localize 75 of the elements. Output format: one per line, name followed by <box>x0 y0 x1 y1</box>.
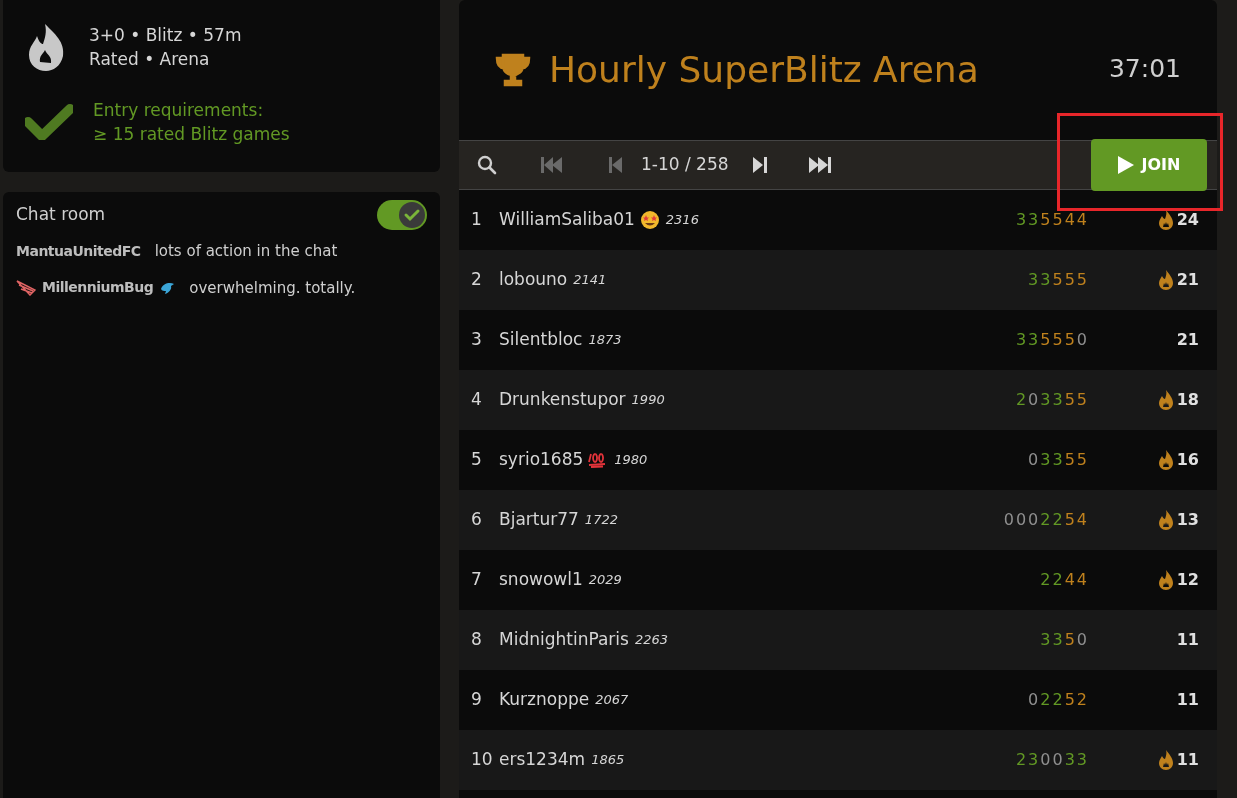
requirements-detail: ≥ 15 rated Blitz games <box>93 123 290 146</box>
player-rating: 1980 <box>614 451 648 470</box>
search-icon[interactable] <box>477 155 497 175</box>
star-eyes-face-icon <box>639 210 660 230</box>
player-name[interactable]: syrio1685 <box>499 447 584 473</box>
countdown-clock: 37:01 <box>1108 53 1181 86</box>
chat-title: Chat room <box>16 203 106 227</box>
standings-row[interactable]: 8 MidnightinParis 2263 33 5 0 11 <box>459 610 1217 670</box>
page-range: 1-10 / 258 <box>641 153 729 177</box>
chat-username[interactable]: MantuaUnitedFC <box>16 240 141 262</box>
player-score: 11 <box>1176 629 1199 651</box>
player-name[interactable]: WilliamSaliba01 <box>499 207 635 233</box>
player-score: 24 <box>1176 209 1199 231</box>
chat-message: overwhelming. totally. <box>189 277 356 299</box>
player-score: 21 <box>1176 329 1199 351</box>
standings-row[interactable]: 10 ers1234m 1865 23 00 33 11 <box>459 730 1217 790</box>
requirements-title: Entry requirements: <box>93 99 265 122</box>
rank-text: 9 <box>471 688 483 712</box>
last-page-icon[interactable] <box>808 157 831 173</box>
standings-row[interactable]: 4 Drunkenstupor 1990 2 0 33 55 18 <box>459 370 1217 430</box>
rank-text: 10 <box>471 748 494 772</box>
format-text: 3+0 • Blitz • 57m <box>89 24 242 47</box>
player-name[interactable]: Bjartur77 <box>499 507 579 533</box>
player-score: 16 <box>1176 449 1199 471</box>
player-score: 12 <box>1176 569 1199 591</box>
player-name[interactable]: lobouno <box>499 267 568 293</box>
player-rating: 1873 <box>588 331 622 350</box>
rank-text: 5 <box>471 448 483 472</box>
player-rating: 2316 <box>665 211 699 230</box>
score-sheet: 22 44 <box>1039 569 1089 591</box>
player-rating: 2067 <box>595 691 629 710</box>
player-name[interactable]: Silentbloc <box>499 327 583 353</box>
standings-row[interactable]: 2 lobouno 2141 33 555 21 <box>459 250 1217 310</box>
rank-text: 2 <box>471 268 483 292</box>
chat-username[interactable]: MillenniumBug <box>42 277 154 299</box>
score-sheet: 000 22 54 <box>1002 509 1089 531</box>
player-score: 21 <box>1176 269 1199 291</box>
score-sheet: 33 555 0 <box>1014 329 1089 351</box>
player-rating: 1865 <box>591 751 625 770</box>
player-name[interactable]: Kurznoppe <box>499 687 590 713</box>
player-rating: 2141 <box>573 271 607 290</box>
rank-text: 7 <box>471 568 483 592</box>
rank-text: 4 <box>471 388 483 412</box>
rank-text: 8 <box>471 628 483 652</box>
player-name[interactable]: ers1234m <box>499 747 586 773</box>
next-page-icon[interactable] <box>752 157 767 173</box>
player-score: 13 <box>1176 509 1199 531</box>
chat-toggle[interactable] <box>377 200 427 230</box>
wing-icon <box>16 279 36 296</box>
score-sheet: 33 555 <box>1027 269 1089 291</box>
player-name[interactable]: Drunkenstupor <box>499 387 626 413</box>
score-sheet: 23 00 33 <box>1014 749 1089 771</box>
rank-text: 3 <box>471 328 483 352</box>
score-sheet: 0 33 55 <box>1027 449 1089 471</box>
chat-message: lots of action in the chat <box>154 241 338 262</box>
player-rating: 2263 <box>634 631 668 650</box>
rank-text: 6 <box>471 508 483 532</box>
player-score: 18 <box>1176 389 1199 411</box>
player-score: 11 <box>1176 689 1199 711</box>
player-rating: 1722 <box>584 511 618 530</box>
player-name[interactable]: snowowl1 <box>499 567 583 593</box>
player-name[interactable]: MidnightinParis <box>499 627 629 653</box>
score-sheet: 0 22 52 <box>1027 689 1089 711</box>
player-score: 11 <box>1176 749 1199 771</box>
trophy-icon <box>495 53 531 87</box>
mode-text: Rated • Arena <box>89 48 211 71</box>
tournament-title: Hourly SuperBlitz Arena <box>549 48 979 92</box>
score-sheet: 33 5544 <box>1014 209 1089 231</box>
player-rating: 1990 <box>631 391 665 410</box>
score-sheet: 2 0 33 55 <box>1014 389 1089 411</box>
standings-row[interactable]: 6 Bjartur77 1722 000 22 54 13 <box>459 490 1217 550</box>
score-sheet: 33 5 0 <box>1039 629 1089 651</box>
play-icon <box>1117 156 1134 174</box>
rank-text: 1 <box>471 208 483 232</box>
player-rating: 2029 <box>588 571 622 590</box>
